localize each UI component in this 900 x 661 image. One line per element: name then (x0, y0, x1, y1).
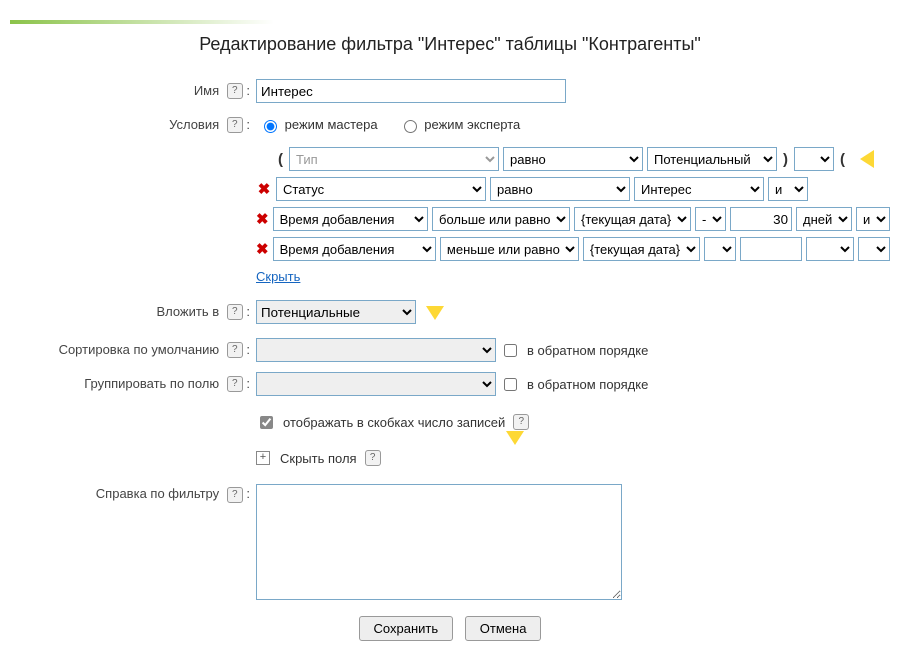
cond-field-select[interactable]: Тип (289, 147, 499, 171)
cond-offset-value[interactable] (730, 207, 792, 231)
open-paren: ( (276, 151, 285, 168)
help-icon[interactable]: ? (227, 376, 243, 392)
cond-field-select[interactable]: Время добавления (273, 207, 428, 231)
open-paren: ( (838, 151, 847, 168)
cond-op-select[interactable]: больше или равно (432, 207, 570, 231)
cond-offset-unit[interactable]: дней (796, 207, 852, 231)
cond-op-select[interactable]: равно (490, 177, 630, 201)
label-hide-fields: Скрыть поля (280, 451, 357, 466)
cond-logic-select[interactable]: и (856, 207, 890, 231)
close-paren: ) (781, 151, 790, 168)
label-show-count: отображать в скобках число записей (283, 415, 505, 430)
cancel-button[interactable]: Отмена (465, 616, 542, 641)
cond-logic-select[interactable] (794, 147, 834, 171)
cond-logic-select[interactable]: и (768, 177, 808, 201)
cond-op-select[interactable]: меньше или равно (440, 237, 579, 261)
cond-field-select[interactable]: Статус (276, 177, 486, 201)
cond-offset-unit[interactable] (806, 237, 854, 261)
reverse-sort-checkbox[interactable] (504, 344, 517, 357)
label-nest-in: Вложить в (156, 304, 219, 319)
label-filter-help: Справка по фильтру (96, 486, 219, 501)
label-name: Имя (194, 83, 219, 98)
cond-op-select[interactable]: равно (503, 147, 643, 171)
cond-value-select[interactable]: {текущая дата} (574, 207, 691, 231)
help-icon[interactable]: ? (227, 304, 243, 320)
nest-in-select[interactable]: Потенциальные (256, 300, 416, 324)
cond-value-select[interactable]: {текущая дата} (583, 237, 700, 261)
delete-icon[interactable]: ✖ (256, 180, 272, 198)
condition-row: ✖ Время добавления меньше или равно {тек… (256, 237, 890, 261)
help-icon[interactable]: ? (227, 117, 243, 133)
label-group-by: Группировать по полю (84, 376, 219, 391)
help-icon[interactable]: ? (513, 414, 529, 430)
pointer-arrow-icon (426, 306, 444, 326)
cond-value-select[interactable]: Потенциальный (647, 147, 777, 171)
delete-icon[interactable]: ✖ (256, 240, 269, 258)
default-sort-select[interactable] (256, 338, 496, 362)
group-by-select[interactable] (256, 372, 496, 396)
hide-link[interactable]: Скрыть (256, 269, 300, 284)
reverse-group-checkbox[interactable] (504, 378, 517, 391)
label-reverse-order: в обратном порядке (527, 343, 648, 358)
label-conditions: Условия (169, 117, 219, 132)
save-button[interactable]: Сохранить (359, 616, 454, 641)
show-count-checkbox[interactable] (260, 416, 273, 429)
cond-offset-sign[interactable]: - (695, 207, 726, 231)
cond-offset-sign[interactable] (704, 237, 736, 261)
condition-row: ✖ Статус равно Интерес и (256, 177, 890, 201)
delete-icon[interactable]: ✖ (256, 210, 269, 228)
help-icon[interactable]: ? (227, 487, 243, 503)
condition-row: ✖ ( Тип равно Потенциальный ) ( (256, 147, 890, 171)
radio-mode-expert[interactable]: режим эксперта (396, 117, 521, 132)
cond-logic-select[interactable] (858, 237, 890, 261)
help-icon[interactable]: ? (227, 83, 243, 99)
filter-help-textarea[interactable] (256, 484, 622, 600)
condition-row: ✖ Время добавления больше или равно {тек… (256, 207, 890, 231)
help-icon[interactable]: ? (227, 342, 243, 358)
pointer-arrow-icon (506, 431, 524, 451)
cond-value-select[interactable]: Интерес (634, 177, 764, 201)
cond-offset-value[interactable] (740, 237, 802, 261)
pointer-arrow-icon (851, 150, 873, 168)
label-reverse-order: в обратном порядке (527, 377, 648, 392)
name-input[interactable] (256, 79, 566, 103)
cond-field-select[interactable]: Время добавления (273, 237, 436, 261)
radio-mode-master[interactable]: режим мастера (256, 117, 378, 132)
help-icon[interactable]: ? (365, 450, 381, 466)
page-title: Редактирование фильтра "Интерес" таблицы… (10, 34, 890, 55)
label-default-sort: Сортировка по умолчанию (59, 342, 220, 357)
expand-icon[interactable]: + (256, 451, 270, 465)
